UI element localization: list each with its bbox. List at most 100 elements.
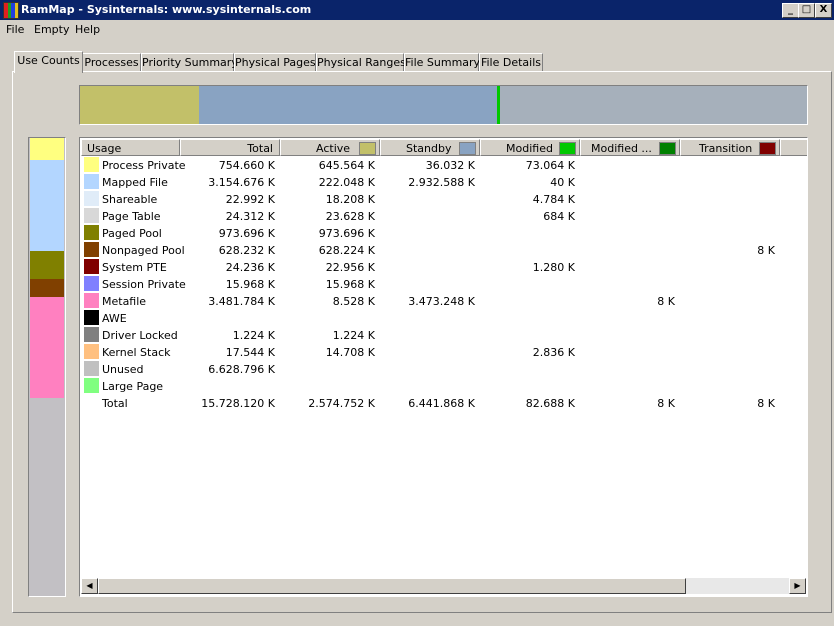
- total-cell: 628.232 K: [218, 244, 275, 257]
- table-row[interactable]: Shareable 22.992 K 18.208 K 4.784 K: [80, 190, 807, 207]
- usage-cell: System PTE: [102, 261, 167, 274]
- column-header-transition[interactable]: Transition: [680, 139, 780, 156]
- rammap-app-icon: [3, 2, 19, 19]
- maximize-button[interactable]: □: [798, 3, 815, 18]
- tab-physical-ranges[interactable]: Physical Ranges: [316, 53, 406, 72]
- title-bar: RamMap - Sysinternals: www.sysinternals.…: [0, 0, 834, 20]
- usage-color-swatch: [84, 259, 99, 274]
- usage-cell: Metafile: [102, 295, 147, 308]
- table-row[interactable]: Kernel Stack 17.544 K 14.708 K 2.836 K: [80, 343, 807, 360]
- total-cell: 6.628.796 K: [208, 363, 275, 376]
- table-row[interactable]: Large Page: [80, 377, 807, 394]
- column-header-overflow[interactable]: [780, 139, 807, 156]
- modified-cell: 40 K: [550, 176, 575, 189]
- tab-file-summary[interactable]: File Summary: [404, 53, 480, 72]
- active-cell: 14.708 K: [325, 346, 375, 359]
- modified-cell: 2.836 K: [532, 346, 575, 359]
- standby-cell: 3.473.248 K: [408, 295, 475, 308]
- menu-empty[interactable]: Empty: [34, 23, 69, 36]
- scroll-left-icon[interactable]: ◀: [81, 578, 98, 594]
- minimize-button[interactable]: _: [782, 3, 799, 18]
- usage-cell: Page Table: [102, 210, 161, 223]
- total-cell: 3.154.676 K: [208, 176, 275, 189]
- usage-color-swatch: [84, 208, 99, 223]
- active-cell: 23.628 K: [325, 210, 375, 223]
- modified-no-write-cell: 8 K: [657, 295, 675, 308]
- active-cell: 973.696 K: [318, 227, 375, 240]
- transition-color-swatch: [759, 142, 776, 155]
- menu-file[interactable]: File: [6, 23, 24, 36]
- table-row[interactable]: Driver Locked 1.224 K 1.224 K: [80, 326, 807, 343]
- usage-cell: Nonpaged Pool: [102, 244, 185, 257]
- menu-help[interactable]: Help: [75, 23, 100, 36]
- window-title: RamMap - Sysinternals: www.sysinternals.…: [21, 3, 312, 16]
- table-row[interactable]: Session Private 15.968 K 15.968 K: [80, 275, 807, 292]
- table-row[interactable]: AWE: [80, 309, 807, 326]
- usage-cell: Paged Pool: [102, 227, 162, 240]
- modified-cell: 684 K: [543, 210, 575, 223]
- table-row[interactable]: Metafile 3.481.784 K 8.528 K 3.473.248 K 8 K: [80, 292, 807, 309]
- active-cell: 222.048 K: [318, 176, 375, 189]
- tab-use-counts[interactable]: Use Counts: [14, 51, 83, 73]
- scroll-right-icon[interactable]: ▶: [789, 578, 806, 594]
- scroll-thumb[interactable]: [98, 578, 686, 594]
- table-row[interactable]: Process Private 754.660 K 645.564 K 36.032 …: [80, 156, 807, 173]
- active-cell: 15.968 K: [325, 278, 375, 291]
- usage-color-swatch: [84, 361, 99, 376]
- total-cell: 22.992 K: [225, 193, 275, 206]
- usage-cell: Total: [102, 397, 128, 410]
- table-row[interactable]: System PTE 24.236 K 22.956 K 1.280 K: [80, 258, 807, 275]
- active-cell: 22.956 K: [325, 261, 375, 274]
- modified-no-write-color-swatch: [659, 142, 676, 155]
- table-row[interactable]: Page Table 24.312 K 23.628 K 684 K: [80, 207, 807, 224]
- total-cell: 3.481.784 K: [208, 295, 275, 308]
- horizontal-scrollbar[interactable]: ◀ ▶: [81, 578, 806, 594]
- close-button[interactable]: X: [815, 3, 832, 18]
- use-counts-table: Usage Total Active Standby Modified Modi…: [79, 137, 808, 597]
- usage-color-swatch: [84, 344, 99, 359]
- column-header-modified-no-write[interactable]: Modified ...: [580, 139, 680, 156]
- active-cell: 18.208 K: [325, 193, 375, 206]
- total-cell: 1.224 K: [232, 329, 275, 342]
- tab-processes[interactable]: Processes: [82, 53, 141, 72]
- table-row[interactable]: Mapped File 3.154.676 K 222.048 K 2.932.588…: [80, 173, 807, 190]
- usage-color-swatch: [84, 293, 99, 308]
- modified-no-write-cell: 8 K: [657, 397, 675, 410]
- tab-physical-pages[interactable]: Physical Pages: [234, 53, 316, 72]
- side-segment-metafile: [30, 297, 64, 398]
- column-header-usage[interactable]: Usage: [81, 139, 180, 156]
- active-cell: 645.564 K: [318, 159, 375, 172]
- total-cell: 754.660 K: [218, 159, 275, 172]
- usage-cell: Session Private: [102, 278, 186, 291]
- usage-cell: Process Private: [102, 159, 186, 172]
- standby-color-swatch: [459, 142, 476, 155]
- table-row[interactable]: Total 15.728.120 K 2.574.752 K 6.441.868 K 8…: [80, 394, 807, 411]
- modified-cell: 1.280 K: [532, 261, 575, 274]
- usage-cell: Driver Locked: [102, 329, 178, 342]
- usage-color-swatch: [84, 242, 99, 257]
- active-cell: 8.528 K: [332, 295, 375, 308]
- column-header-standby[interactable]: Standby: [380, 139, 480, 156]
- column-header-active[interactable]: Active: [280, 139, 380, 156]
- table-row[interactable]: Paged Pool 973.696 K 973.696 K: [80, 224, 807, 241]
- side-segment-nonpaged-pool: [30, 279, 64, 297]
- column-header-total[interactable]: Total: [180, 139, 280, 156]
- tab-priority-summary[interactable]: Priority Summary: [141, 53, 238, 72]
- modified-cell: 4.784 K: [532, 193, 575, 206]
- modified-cell: 73.064 K: [525, 159, 575, 172]
- modified-color-swatch: [559, 142, 576, 155]
- column-header-modified[interactable]: Modified: [480, 139, 580, 156]
- modified-cell: 82.688 K: [525, 397, 575, 410]
- standby-cell: 36.032 K: [425, 159, 475, 172]
- tab-file-details[interactable]: File Details: [479, 53, 543, 72]
- transition-cell: 8 K: [757, 397, 775, 410]
- memory-usage-bar: [28, 137, 66, 597]
- transition-cell: 8 K: [757, 244, 775, 257]
- table-row[interactable]: Unused 6.628.796 K: [80, 360, 807, 377]
- usage-color-swatch: [84, 310, 99, 325]
- bar-segment-standby: [199, 86, 498, 124]
- usage-color-swatch: [84, 174, 99, 189]
- usage-color-swatch: [84, 157, 99, 172]
- table-row[interactable]: Nonpaged Pool 628.232 K 628.224 K 8 K: [80, 241, 807, 258]
- memory-state-bar: [79, 85, 808, 125]
